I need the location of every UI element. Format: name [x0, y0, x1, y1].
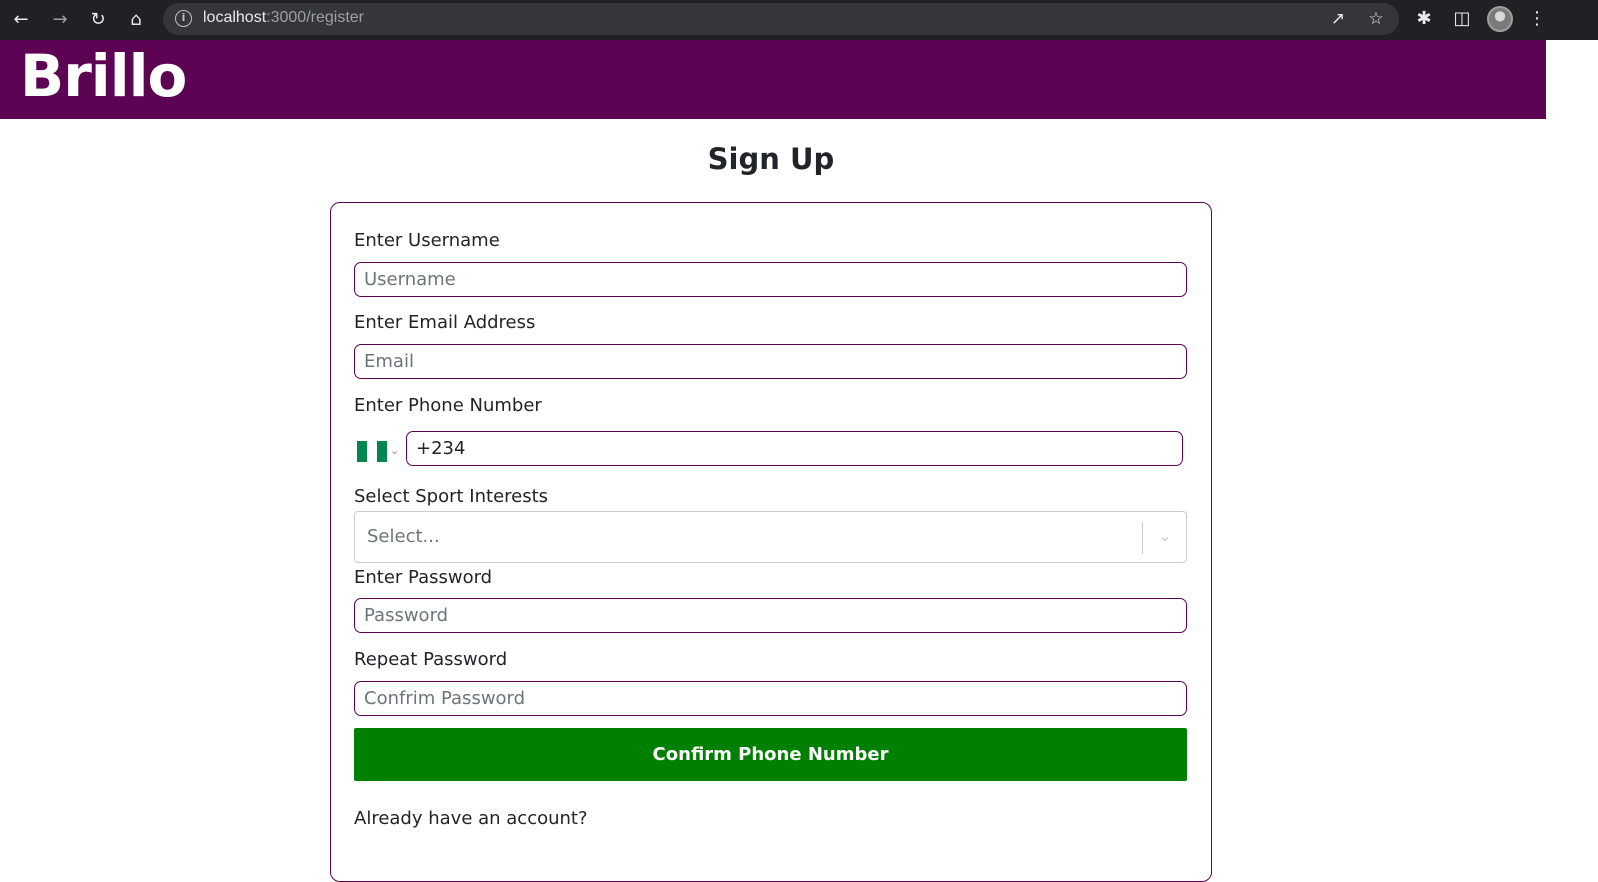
repeat-password-input[interactable]	[354, 681, 1187, 716]
side-panel-icon[interactable]: ◫	[1449, 6, 1475, 32]
home-icon[interactable]: ⌂	[122, 6, 150, 34]
address-bar[interactable]: i localhost:3000/register ↗ ☆	[163, 3, 1399, 35]
page-scrollbar[interactable]	[1546, 40, 1598, 854]
username-input[interactable]	[354, 262, 1187, 297]
back-arrow-icon[interactable]: ←	[7, 6, 35, 34]
select-separator	[1142, 522, 1143, 554]
bookmark-star-icon[interactable]: ☆	[1365, 8, 1387, 30]
page-title: Sign Up	[707, 142, 835, 176]
sport-interests-select[interactable]: Select... ⌄	[354, 511, 1187, 563]
phone-input[interactable]	[406, 431, 1183, 466]
extensions-puzzle-icon[interactable]: ✱	[1411, 6, 1437, 32]
username-label: Enter Username	[354, 230, 500, 251]
email-label: Enter Email Address	[354, 312, 536, 333]
site-info-icon[interactable]: i	[175, 10, 192, 27]
already-have-account-text: Already have an account?	[354, 808, 588, 829]
country-chevron-down-icon[interactable]: ⌄	[390, 444, 399, 457]
select-placeholder: Select...	[367, 526, 440, 547]
password-input[interactable]	[354, 598, 1187, 633]
phone-label: Enter Phone Number	[354, 395, 542, 416]
confirm-phone-button[interactable]: Confirm Phone Number	[354, 728, 1187, 781]
profile-avatar[interactable]	[1487, 6, 1513, 32]
browser-toolbar: ← → ↻ ⌂ i localhost:3000/register ↗ ☆ ✱ …	[0, 0, 1598, 40]
nigeria-flag-icon[interactable]	[357, 441, 387, 462]
more-menu-icon[interactable]: ⋮	[1527, 6, 1547, 32]
email-input[interactable]	[354, 344, 1187, 379]
brand-logo[interactable]: Brillo	[20, 42, 187, 110]
forward-arrow-icon[interactable]: →	[46, 6, 74, 34]
sports-label: Select Sport Interests	[354, 486, 549, 507]
chevron-down-icon[interactable]: ⌄	[1153, 524, 1177, 548]
reload-icon[interactable]: ↻	[84, 6, 112, 34]
password-label: Enter Password	[354, 567, 493, 588]
repeat-password-label: Repeat Password	[354, 649, 508, 670]
share-icon[interactable]: ↗	[1327, 8, 1349, 30]
address-url[interactable]: localhost:3000/register	[203, 9, 364, 27]
app-header: Brillo	[0, 40, 1546, 119]
